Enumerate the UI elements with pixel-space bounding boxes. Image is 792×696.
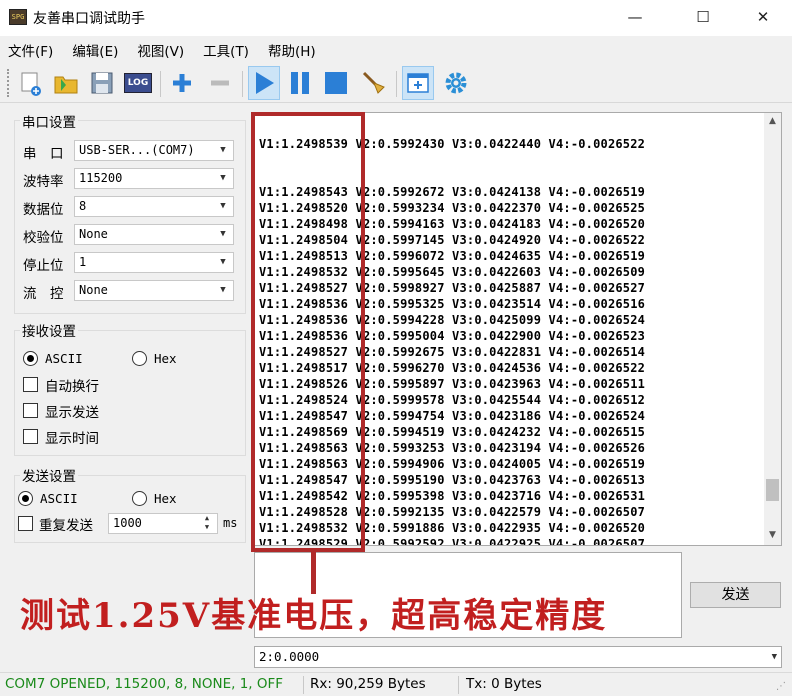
add-window-icon[interactable] [402, 66, 434, 100]
parity-select[interactable]: None ▼ [74, 224, 234, 245]
receive-ascii-radio[interactable] [23, 351, 38, 366]
menu-bar: 文件(F) 编辑(E) 视图(V) 工具(T) 帮助(H) [0, 36, 792, 63]
status-divider [303, 676, 304, 694]
close-button[interactable]: ✕ [740, 0, 786, 34]
repeat-send-checkbox[interactable] [18, 516, 33, 531]
chevron-down-icon: ▼ [220, 257, 226, 267]
send-hex-label: Hex [154, 491, 177, 506]
receive-hex-label: Hex [154, 351, 177, 366]
stopbits-select[interactable]: 1 ▼ [74, 252, 234, 273]
interval-unit: ms [223, 516, 238, 530]
save-icon[interactable] [86, 66, 118, 100]
tx-count: Tx: 0 Bytes [466, 676, 542, 692]
stopbits-label: 停止位 [23, 258, 64, 274]
baud-label: 波特率 [23, 174, 64, 190]
interval-input[interactable]: 1000 ▲ ▼ [108, 513, 218, 534]
port-status: COM7 OPENED, 115200, 8, NONE, 1, OFF [5, 676, 284, 692]
scroll-thumb[interactable] [766, 479, 779, 501]
send-ascii-radio[interactable] [18, 491, 33, 506]
add-icon[interactable] [166, 66, 198, 100]
auto-wrap-label: 自动换行 [45, 379, 99, 395]
log-icon[interactable]: LOG [122, 66, 154, 100]
send-button[interactable]: 发送 [690, 582, 781, 608]
chevron-down-icon: ▼ [220, 285, 226, 295]
flow-label: 流 控 [23, 286, 64, 302]
toolbar-separator [160, 71, 161, 97]
maximize-button[interactable]: ☐ [680, 0, 726, 34]
auto-wrap-checkbox[interactable] [23, 377, 38, 392]
receive-settings-title: 接收设置 [20, 320, 78, 340]
chevron-down-icon: ▼ [771, 652, 777, 662]
window-title: 友善串口调试助手 [33, 11, 145, 27]
rx-count: Rx: 90,259 Bytes [310, 676, 426, 692]
toolbar: LOG [0, 63, 792, 103]
send-settings-title: 发送设置 [20, 465, 78, 485]
parity-label: 校验位 [23, 230, 64, 246]
pause-icon[interactable] [284, 66, 316, 100]
show-send-checkbox[interactable] [23, 403, 38, 418]
play-icon[interactable] [248, 66, 280, 100]
show-send-label: 显示发送 [45, 405, 99, 421]
toolbar-grip [7, 69, 10, 97]
menu-view[interactable]: 视图(V) [137, 40, 184, 60]
show-time-label: 显示时间 [45, 431, 99, 447]
repeat-send-label: 重复发送 [39, 518, 93, 534]
scroll-up-icon[interactable]: ▲ [764, 113, 781, 130]
menu-help[interactable]: 帮助(H) [268, 40, 316, 60]
serial-settings-title: 串口设置 [20, 111, 78, 131]
vertical-scrollbar[interactable]: ▲ ▼ [764, 113, 781, 545]
chevron-down-icon: ▼ [220, 229, 226, 239]
toolbar-separator [396, 71, 397, 97]
chevron-down-icon: ▼ [220, 173, 226, 183]
annotation-caption: 测试1.25V基准电压，超高稳定精度 [20, 596, 608, 636]
open-folder-icon[interactable] [50, 66, 82, 100]
menu-file[interactable]: 文件(F) [8, 40, 53, 60]
app-icon: SPG [9, 9, 27, 25]
baud-select[interactable]: 115200 ▼ [74, 168, 234, 189]
annotation-highlight-box [251, 112, 365, 552]
chevron-down-icon: ▼ [220, 145, 226, 155]
status-bar: COM7 OPENED, 115200, 8, NONE, 1, OFF Rx:… [0, 672, 792, 696]
menu-edit[interactable]: 编辑(E) [72, 40, 118, 60]
send-hex-radio[interactable] [132, 491, 147, 506]
receive-hex-radio[interactable] [132, 351, 147, 366]
port-select[interactable]: USB-SER...(COM7) ▼ [74, 140, 234, 161]
toolbar-separator [242, 71, 243, 97]
send-ascii-label: ASCII [40, 491, 78, 506]
show-time-checkbox[interactable] [23, 429, 38, 444]
remove-icon[interactable] [204, 66, 236, 100]
minimize-button[interactable]: — [612, 0, 658, 34]
title-bar: SPG 友善串口调试助手 — ☐ ✕ [0, 0, 792, 36]
menu-tools[interactable]: 工具(T) [203, 40, 249, 60]
chevron-down-icon: ▼ [220, 201, 226, 211]
flow-select[interactable]: None ▼ [74, 280, 234, 301]
databits-select[interactable]: 8 ▼ [74, 196, 234, 217]
send-history-select[interactable]: 2:0.0000 ▼ [254, 646, 782, 668]
clear-broom-icon[interactable] [358, 66, 390, 100]
new-doc-icon[interactable] [14, 66, 46, 100]
databits-label: 数据位 [23, 202, 64, 218]
settings-gear-icon[interactable] [440, 66, 472, 100]
port-label: 串 口 [23, 146, 64, 162]
stop-icon[interactable] [320, 66, 352, 100]
receive-ascii-label: ASCII [45, 351, 83, 366]
scroll-down-icon[interactable]: ▼ [764, 527, 781, 544]
resize-grip-icon[interactable]: ⋰ [776, 681, 786, 692]
spin-icon[interactable]: ▲ ▼ [200, 514, 214, 533]
status-divider [458, 676, 459, 694]
